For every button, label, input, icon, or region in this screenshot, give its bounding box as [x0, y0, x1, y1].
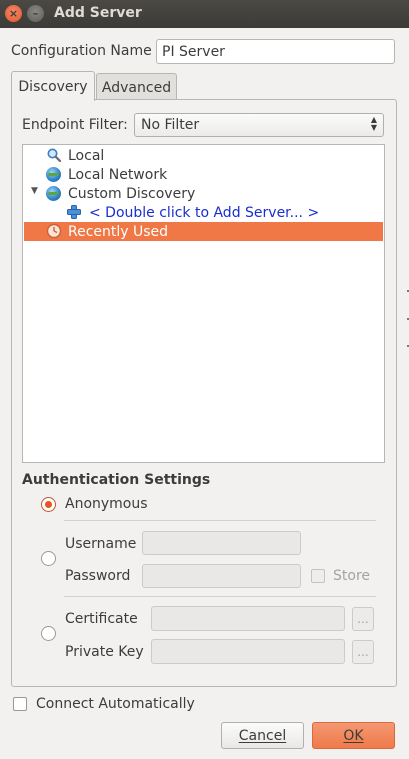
- globe-icon: [46, 186, 61, 201]
- anonymous-radio[interactable]: [41, 497, 56, 512]
- ok-button[interactable]: OK: [312, 722, 395, 749]
- tab-advanced[interactable]: Advanced: [96, 73, 177, 101]
- tree-item-add-server[interactable]: < Double click to Add Server... >: [24, 203, 383, 222]
- configuration-name-input[interactable]: PI Server: [156, 39, 395, 64]
- minimize-icon: –: [32, 7, 39, 20]
- endpoint-filter-value: No Filter: [141, 117, 200, 133]
- certificate-radio[interactable]: [41, 626, 56, 641]
- tree-item-custom-discovery[interactable]: ▼ Custom Discovery: [24, 184, 383, 203]
- server-tree[interactable]: Local Local Network ▼ Custom Discovery <…: [22, 144, 385, 463]
- password-input[interactable]: [142, 564, 301, 588]
- connect-automatically-checkbox[interactable]: [13, 697, 27, 711]
- cancel-button[interactable]: Cancel: [221, 722, 304, 749]
- title-bar: × – Add Server: [0, 0, 409, 28]
- ok-button-label: OK: [343, 727, 364, 744]
- divider: [64, 520, 376, 521]
- connect-automatically-label: Connect Automatically: [36, 696, 195, 712]
- cancel-button-label: Cancel: [238, 727, 287, 744]
- browse-private-key-button[interactable]: ...: [352, 640, 374, 664]
- tree-item-recently-used[interactable]: Recently Used: [24, 222, 383, 241]
- magnifier-icon: [47, 148, 62, 163]
- store-checkbox[interactable]: [311, 569, 325, 583]
- divider: [64, 596, 376, 597]
- tree-item-local-network[interactable]: Local Network: [24, 165, 383, 184]
- configuration-name-label: Configuration Name: [11, 43, 152, 59]
- plus-icon: [67, 205, 81, 219]
- username-label: Username: [65, 536, 137, 552]
- private-key-label: Private Key: [65, 644, 144, 660]
- browse-certificate-button[interactable]: ...: [352, 607, 374, 631]
- authentication-settings-title: Authentication Settings: [22, 472, 211, 488]
- tab-discovery[interactable]: Discovery: [11, 71, 95, 101]
- store-label: Store: [333, 568, 371, 584]
- updown-arrows-icon: ▲ ▼: [370, 115, 377, 132]
- globe-icon: [46, 167, 61, 182]
- private-key-input[interactable]: [151, 639, 345, 664]
- username-input[interactable]: [142, 531, 301, 555]
- certificate-input[interactable]: [151, 606, 345, 631]
- endpoint-filter-label: Endpoint Filter:: [22, 117, 128, 133]
- minimize-window-button[interactable]: –: [27, 5, 44, 22]
- anonymous-label: Anonymous: [65, 496, 148, 512]
- close-window-button[interactable]: ×: [5, 5, 22, 22]
- clock-icon: [46, 223, 62, 239]
- username-password-radio[interactable]: [41, 551, 56, 566]
- tree-item-local[interactable]: Local: [24, 146, 383, 165]
- expand-arrow-icon[interactable]: ▼: [31, 186, 38, 196]
- endpoint-filter-select[interactable]: No Filter ▲ ▼: [134, 113, 384, 137]
- window-title: Add Server: [54, 5, 142, 21]
- password-label: Password: [65, 568, 131, 584]
- certificate-label: Certificate: [65, 611, 138, 627]
- close-icon: ×: [8, 7, 19, 20]
